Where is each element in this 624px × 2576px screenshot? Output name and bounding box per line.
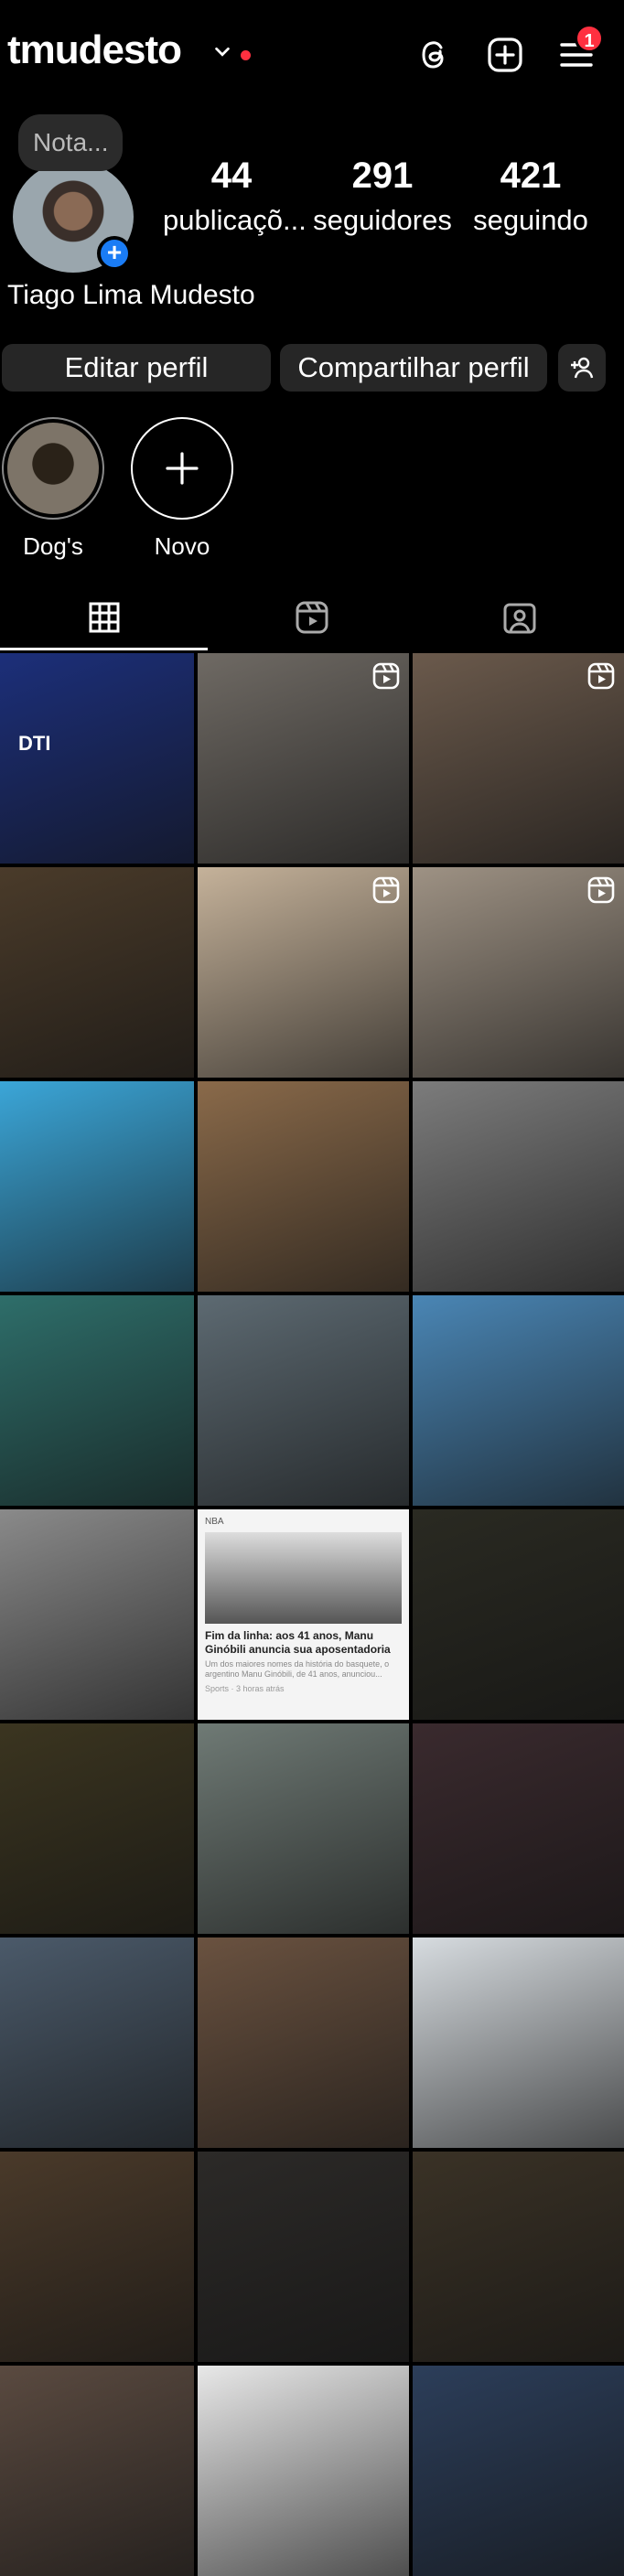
chevron-down-icon[interactable]: [212, 42, 232, 62]
post-text: DTI: [18, 732, 51, 755]
post-thumbnail[interactable]: [413, 1081, 624, 1292]
news-source: NBA: [205, 1517, 224, 1527]
news-card: NBA Fim da linha: aos 41 anos, Manu Ginób…: [198, 1509, 409, 1720]
post-thumbnail[interactable]: [198, 653, 409, 864]
share-profile-button[interactable]: Compartilhar perfil: [280, 344, 547, 392]
tagged-icon: [503, 603, 535, 634]
post-thumbnail[interactable]: [413, 653, 624, 864]
news-headline: Fim da linha: aos 41 anos, Manu Ginóbili…: [205, 1629, 391, 1656]
create-post-icon[interactable]: [485, 35, 525, 75]
tab-posts-grid[interactable]: [0, 585, 208, 649]
post-thumbnail[interactable]: [0, 1295, 194, 1506]
highlight-new[interactable]: Novo: [131, 417, 233, 561]
post-thumbnail[interactable]: [198, 1937, 409, 2148]
username-switcher[interactable]: tmudesto: [7, 27, 182, 73]
reels-icon: [296, 601, 328, 634]
post-thumbnail[interactable]: [413, 867, 624, 1078]
followers-count[interactable]: 291 seguidores: [309, 156, 456, 237]
post-thumbnail[interactable]: [198, 1723, 409, 1934]
grid-icon: [89, 602, 119, 633]
post-thumbnail[interactable]: [413, 1937, 624, 2148]
post-thumbnail[interactable]: [413, 1295, 624, 1506]
post-thumbnail[interactable]: [0, 1937, 194, 2148]
post-thumbnail[interactable]: [0, 2366, 194, 2576]
edit-profile-button[interactable]: Editar perfil: [2, 344, 271, 392]
full-name: Tiago Lima Mudesto: [7, 280, 255, 310]
post-thumbnail[interactable]: [198, 2152, 409, 2362]
reel-icon: [372, 662, 400, 690]
top-bar: tmudesto 1: [0, 0, 624, 110]
reel-icon: [587, 662, 615, 690]
notification-badge: 1: [575, 24, 604, 53]
discover-people-button[interactable]: [558, 344, 606, 392]
highlight-cover: [7, 423, 99, 514]
note-bubble[interactable]: Nota...: [18, 114, 124, 171]
highlight-dogs[interactable]: Dog's: [2, 417, 104, 561]
add-story-icon[interactable]: +: [97, 236, 132, 271]
reel-icon: [372, 876, 400, 904]
post-thumbnail[interactable]: [0, 1723, 194, 1934]
unread-dot: [241, 50, 251, 60]
post-thumbnail[interactable]: [413, 2366, 624, 2576]
post-thumbnail[interactable]: [198, 1295, 409, 1506]
plus-icon: [166, 452, 199, 485]
post-thumbnail[interactable]: [0, 1081, 194, 1292]
threads-icon[interactable]: [414, 35, 454, 75]
post-thumbnail[interactable]: [413, 1509, 624, 1720]
tab-tagged[interactable]: [415, 585, 623, 649]
post-thumbnail[interactable]: [198, 2366, 409, 2576]
tab-reels[interactable]: [208, 585, 415, 649]
post-thumbnail[interactable]: [0, 867, 194, 1078]
post-thumbnail[interactable]: [198, 1081, 409, 1292]
post-thumbnail[interactable]: [413, 1723, 624, 1934]
posts-count[interactable]: 44 publicaçõ...: [163, 156, 307, 237]
news-footer: Sports · 3 horas atrás: [205, 1684, 285, 1693]
news-photo: [205, 1532, 402, 1624]
news-snippet: Um dos maiores nomes da história do basq…: [205, 1659, 390, 1679]
following-count[interactable]: 421 seguindo: [467, 156, 595, 237]
active-tab-indicator: [0, 648, 208, 650]
post-thumbnail[interactable]: DTI: [0, 653, 194, 864]
post-thumbnail[interactable]: [0, 2152, 194, 2362]
add-person-icon: [571, 357, 594, 379]
post-thumbnail[interactable]: [413, 2152, 624, 2362]
post-thumbnail[interactable]: [198, 867, 409, 1078]
post-thumbnail[interactable]: [0, 1509, 194, 1720]
post-thumbnail[interactable]: NBA Fim da linha: aos 41 anos, Manu Ginób…: [198, 1509, 409, 1720]
reel-icon: [587, 876, 615, 904]
